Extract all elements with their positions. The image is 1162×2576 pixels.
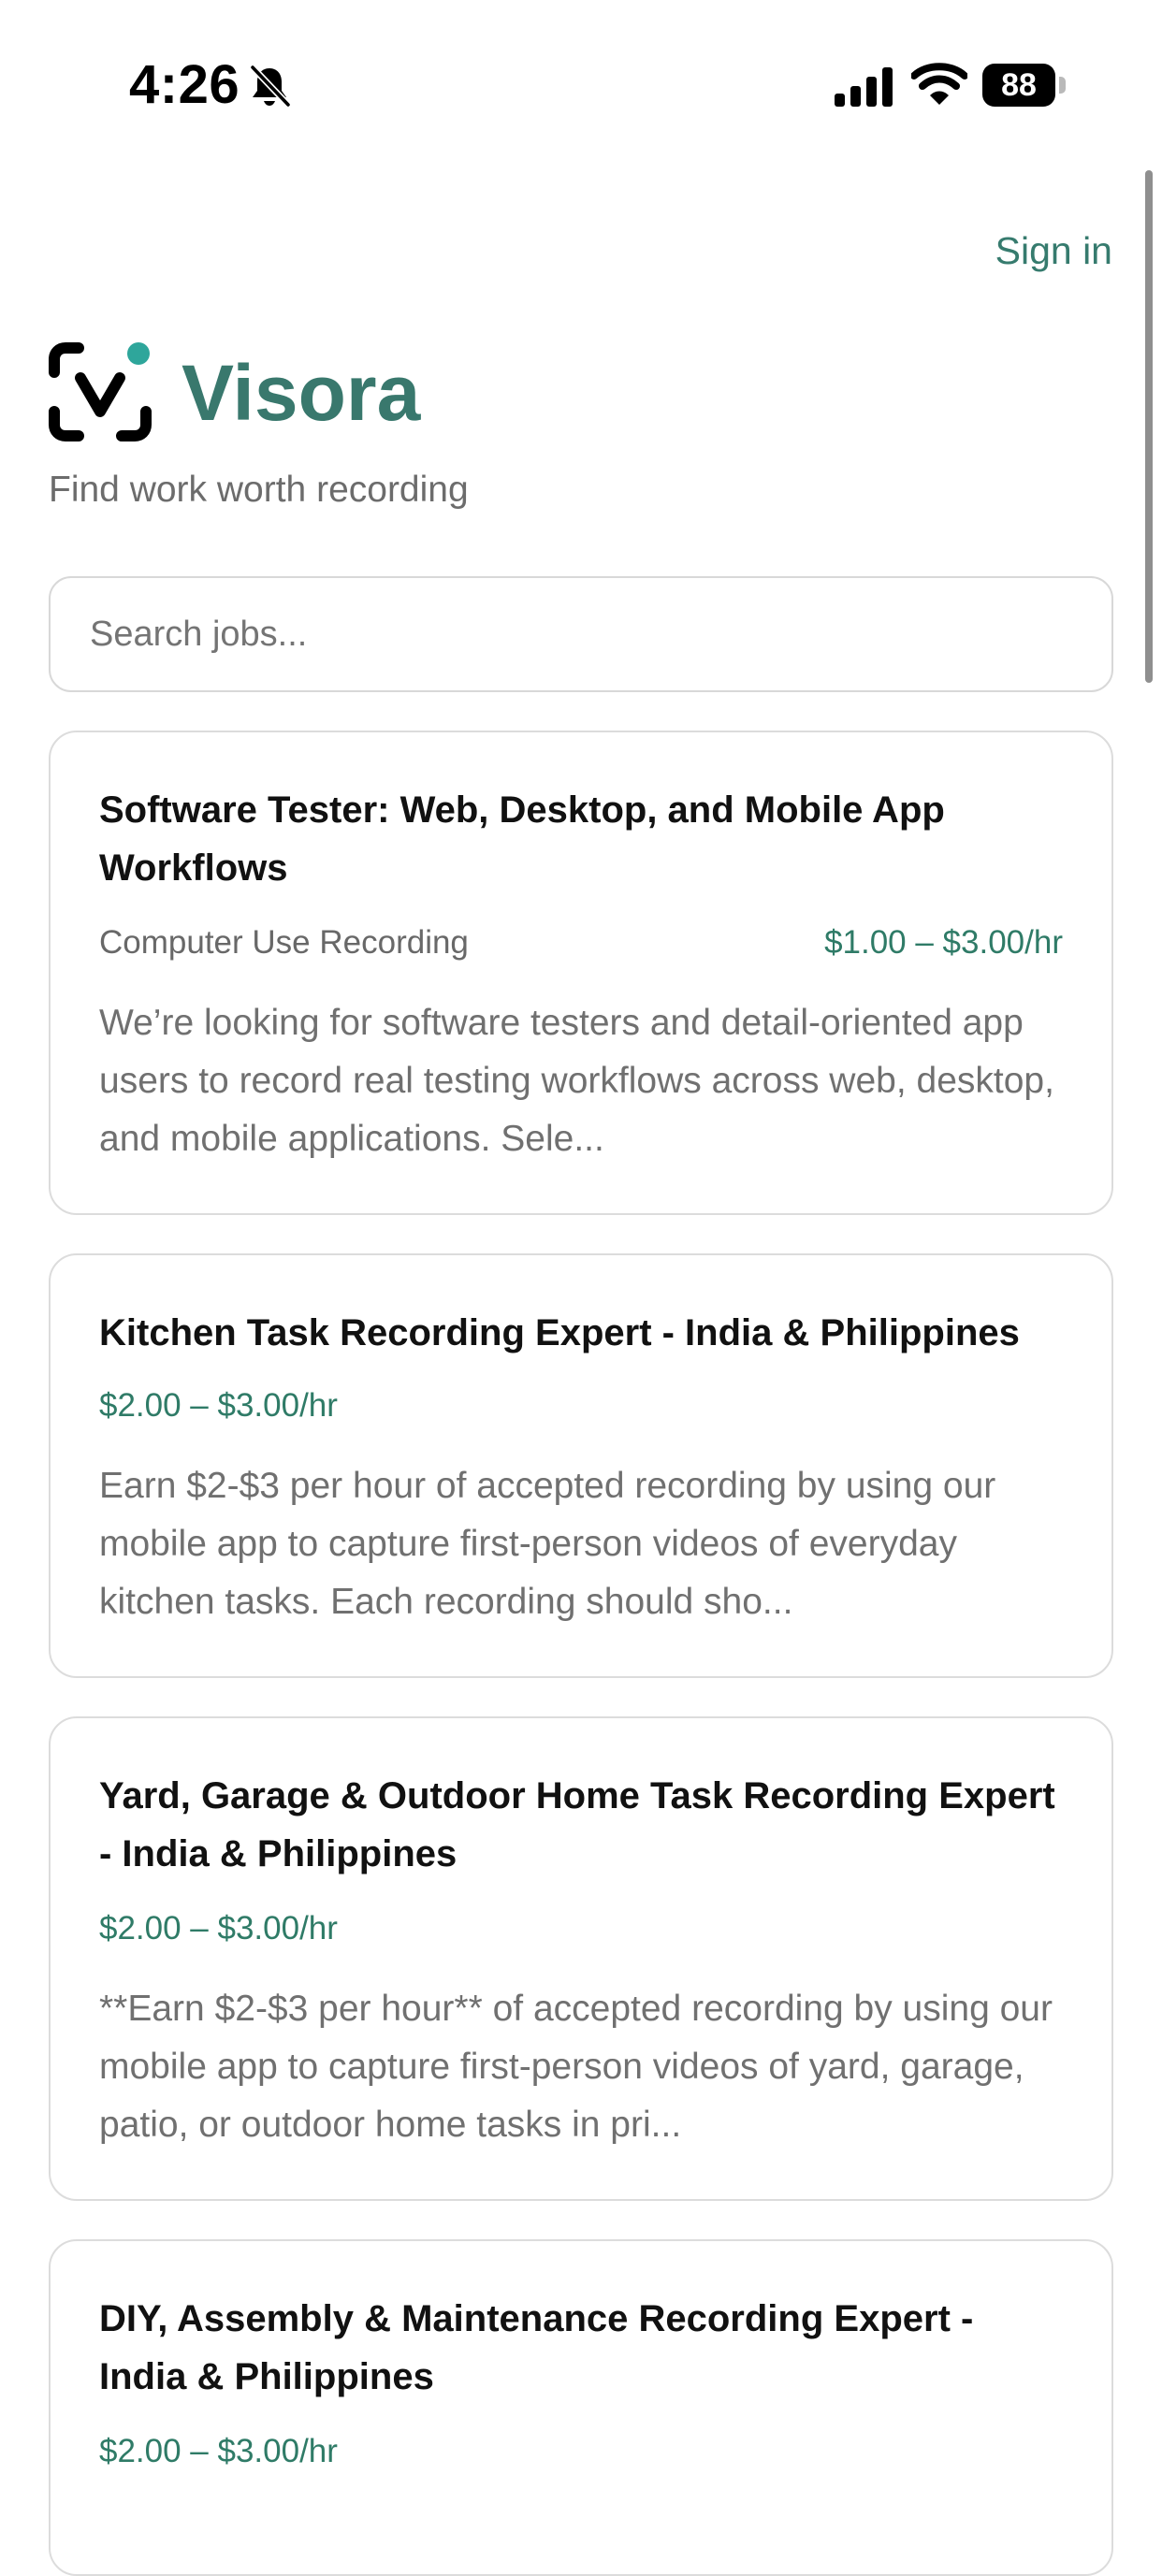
signal-icon [835, 67, 893, 107]
job-title: Software Tester: Web, Desktop, and Mobil… [99, 789, 945, 889]
battery-cap [1059, 77, 1066, 94]
visora-logo-icon [49, 342, 152, 441]
search-input[interactable] [90, 578, 1063, 690]
bell-off-icon [249, 64, 292, 109]
job-rate: $2.00 – $3.00/hr [99, 1910, 338, 1946]
job-description: Earn $2-$3 per hour of accepted recordin… [99, 1466, 996, 1622]
job-category: Computer Use Recording [99, 924, 469, 961]
job-description: We’re looking for software testers and d… [99, 1003, 1054, 1159]
job-card[interactable]: Software Tester: Web, Desktop, and Mobil… [49, 731, 1113, 1215]
battery-level: 88 [982, 64, 1055, 107]
wifi-icon [911, 63, 967, 105]
status-time: 4:26 [129, 54, 240, 115]
job-title: Kitchen Task Recording Expert - India & … [99, 1312, 1020, 1353]
brand-name: Visora [182, 349, 421, 437]
vertical-scrollbar[interactable] [1145, 170, 1153, 683]
brand-tagline: Find work worth recording [49, 470, 469, 510]
battery-icon: 88 [982, 64, 1067, 107]
job-rate: $2.00 – $3.00/hr [99, 1387, 338, 1424]
job-title: Yard, Garage & Outdoor Home Task Recordi… [99, 1775, 1055, 1874]
job-rate: $1.00 – $3.00/hr [824, 924, 1063, 961]
job-description: **Earn $2-$3 per hour** of accepted reco… [99, 1989, 1053, 2145]
job-card[interactable]: DIY, Assembly & Maintenance Recording Ex… [49, 2239, 1113, 2576]
status-bar: 4:26 88 [0, 0, 1162, 168]
job-title: DIY, Assembly & Maintenance Recording Ex… [99, 2298, 974, 2397]
job-card[interactable]: Yard, Garage & Outdoor Home Task Recordi… [49, 1716, 1113, 2201]
job-card[interactable]: Kitchen Task Recording Expert - India & … [49, 1253, 1113, 1678]
job-rate: $2.00 – $3.00/hr [99, 2433, 338, 2469]
search-box[interactable] [49, 576, 1113, 692]
sign-in-link[interactable]: Sign in [995, 226, 1112, 275]
